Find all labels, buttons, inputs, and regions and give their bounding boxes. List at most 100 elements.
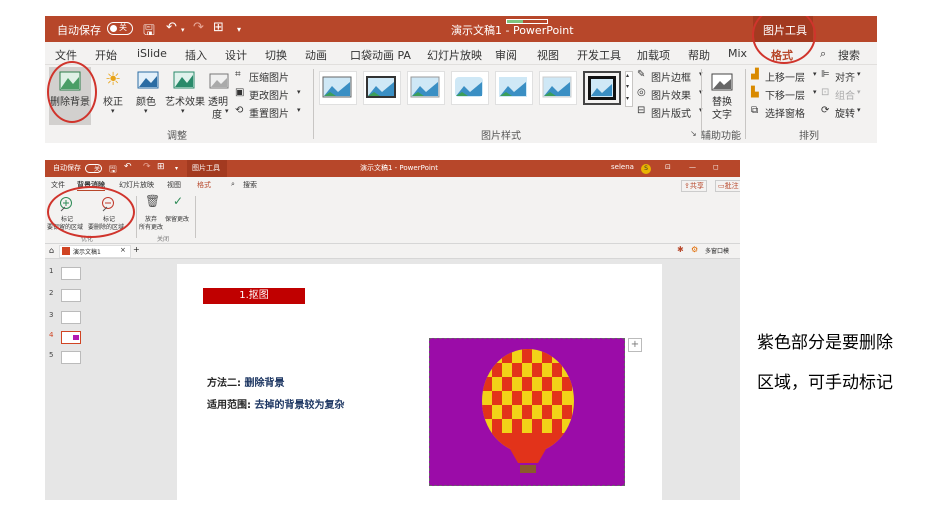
ppt-icon bbox=[62, 247, 70, 255]
reset-picture-button[interactable]: ⟲ 重置图片 ▾ bbox=[235, 105, 315, 121]
selection-pane-button[interactable]: ⧉ 选择窗格 bbox=[751, 105, 821, 121]
rotate-button[interactable]: ⟳ 旋转 ▾ bbox=[821, 105, 875, 121]
redo-icon[interactable]: ↷ bbox=[143, 162, 151, 172]
picture-style-thumb bbox=[588, 76, 616, 100]
artistic-effects-label: 艺术效果 bbox=[165, 97, 205, 108]
slide-thumbnail[interactable] bbox=[61, 267, 81, 280]
new-tab-icon[interactable]: + bbox=[133, 245, 140, 254]
autosave-label: 自动保存 bbox=[57, 24, 101, 37]
slide-title-box[interactable]: 1.抠图 bbox=[203, 288, 305, 304]
search-icon[interactable]: ⌕ bbox=[820, 47, 826, 61]
alt-text-button[interactable]: 替换 文字 bbox=[705, 67, 739, 125]
balloon-picture[interactable] bbox=[429, 338, 625, 486]
bring-forward-icon: ▟ bbox=[751, 69, 759, 80]
tab-islide[interactable]: iSlide bbox=[137, 47, 167, 60]
gallery-more-icon: ▾ bbox=[626, 95, 630, 102]
close-icon[interactable]: × bbox=[120, 246, 126, 254]
send-backward-button[interactable]: ▙ 下移一层 ▾ bbox=[751, 87, 821, 103]
undo-icon[interactable]: ↶ bbox=[166, 20, 177, 35]
autosave-toggle[interactable]: 关 bbox=[107, 22, 133, 35]
discard-label-2: 所有更改 bbox=[139, 224, 164, 231]
home-icon[interactable]: ⌂ bbox=[49, 246, 54, 255]
present-icon[interactable]: ⊞ bbox=[157, 162, 165, 172]
dialog-launcher-icon[interactable]: ↘ bbox=[690, 129, 697, 138]
tab-home[interactable]: 开始 bbox=[95, 47, 117, 63]
picture-effects-label: 图片效果 bbox=[651, 91, 691, 102]
gallery-scroll[interactable]: ▴ ▾ ▾ bbox=[625, 71, 633, 107]
undo-icon[interactable]: ↶ bbox=[124, 162, 132, 172]
picture-style-2[interactable] bbox=[363, 71, 401, 105]
multi-window-label[interactable]: 多窗口模 bbox=[705, 246, 729, 255]
share-button[interactable]: ⇪共享 bbox=[681, 180, 707, 192]
tab-file[interactable]: 文件 bbox=[51, 180, 65, 190]
tab-animations[interactable]: 动画 bbox=[305, 47, 327, 63]
tab-addins[interactable]: 加载项 bbox=[637, 47, 670, 63]
tab-slideshow[interactable]: 幻灯片放映 bbox=[119, 180, 154, 190]
bring-forward-button[interactable]: ▟ 上移一层 ▾ bbox=[751, 69, 821, 85]
chevron-down-icon: ▾ bbox=[297, 106, 301, 114]
tab-review[interactable]: 审阅 bbox=[495, 47, 517, 63]
slide-thumbnail-selected[interactable] bbox=[61, 331, 81, 344]
document-tab[interactable]: 演示文稿1 × bbox=[59, 245, 131, 258]
tab-format[interactable]: 格式 bbox=[197, 180, 211, 190]
undo-dropdown-icon[interactable]: ▾ bbox=[181, 26, 185, 34]
transparency-button[interactable]: 透明 度 ▾ bbox=[205, 67, 233, 125]
search-label[interactable]: 搜索 bbox=[838, 47, 860, 63]
sun-icon: ☀ bbox=[105, 69, 122, 90]
tab-design[interactable]: 设计 bbox=[225, 47, 247, 63]
gear-icon[interactable]: ⚙ bbox=[691, 245, 698, 254]
picture-style-1[interactable] bbox=[319, 71, 357, 105]
color-button[interactable]: 颜色 ▾ bbox=[133, 67, 163, 125]
save-icon[interactable]: 🖫 bbox=[109, 162, 117, 178]
keep-changes-button[interactable]: ✓ 保留更改 bbox=[165, 194, 193, 234]
search-icon[interactable]: ⌕ bbox=[231, 180, 235, 189]
align-button[interactable]: ⊫ 对齐 ▾ bbox=[821, 69, 875, 85]
ribbon-tabs: 文件 开始 iSlide 插入 设计 切换 动画 口袋动画 PA 幻灯片放映 审… bbox=[45, 42, 877, 66]
slide-thumbnail[interactable] bbox=[61, 289, 81, 302]
change-picture-button[interactable]: ▣ 更改图片 ▾ bbox=[235, 87, 315, 103]
minimize-icon[interactable]: — bbox=[689, 163, 696, 171]
discard-all-changes-button[interactable]: 🗑 放弃 所有更改 bbox=[139, 194, 163, 234]
tab-view[interactable]: 视图 bbox=[167, 180, 181, 190]
redo-icon[interactable]: ↷ bbox=[193, 20, 204, 35]
picture-style-7[interactable] bbox=[583, 71, 621, 105]
group-button[interactable]: ⊡ 组合 ▾ bbox=[821, 87, 875, 103]
chevron-down-icon: ▾ bbox=[225, 107, 229, 115]
search-label[interactable]: 搜索 bbox=[243, 180, 257, 190]
comments-button[interactable]: ▭批注 bbox=[715, 180, 740, 192]
artistic-effects-button[interactable]: 艺术效果 ▾ bbox=[165, 67, 205, 125]
layout-options-icon[interactable]: + bbox=[628, 338, 642, 352]
change-picture-label: 更改图片 bbox=[249, 91, 289, 102]
maximize-icon[interactable]: ◻ bbox=[713, 163, 719, 171]
scope-line[interactable]: 适用范围: 去掉的背景较为复杂 bbox=[207, 396, 344, 411]
tab-view[interactable]: 视图 bbox=[537, 47, 559, 63]
tab-developer[interactable]: 开发工具 bbox=[577, 47, 621, 63]
present-icon[interactable]: ⊞ bbox=[213, 20, 224, 35]
slide-thumbnail[interactable] bbox=[61, 351, 81, 364]
picture-tools-header: 图片工具 bbox=[187, 160, 227, 177]
customize-qat-icon[interactable]: ▾ bbox=[237, 25, 241, 34]
tab-pocket-animation[interactable]: 口袋动画 PA bbox=[350, 47, 411, 63]
tab-slideshow[interactable]: 幻灯片放映 bbox=[427, 47, 482, 63]
picture-style-5[interactable] bbox=[495, 71, 533, 105]
autosave-toggle[interactable]: 关 bbox=[85, 164, 102, 173]
group-label-arrange: 排列 bbox=[799, 131, 819, 142]
tab-help[interactable]: 帮助 bbox=[688, 47, 710, 63]
settings-icon[interactable]: ✱ bbox=[677, 245, 684, 254]
picture-style-3[interactable] bbox=[407, 71, 445, 105]
corrections-button[interactable]: ☀ 校正 ▾ bbox=[99, 67, 129, 125]
selection-pane-icon: ⧉ bbox=[751, 105, 759, 116]
save-icon[interactable]: 🖫 bbox=[143, 20, 155, 44]
tab-insert[interactable]: 插入 bbox=[185, 47, 207, 63]
tab-transitions[interactable]: 切换 bbox=[265, 47, 287, 63]
ribbon-display-icon[interactable]: ⊡ bbox=[665, 163, 671, 171]
tab-mix[interactable]: Mix bbox=[728, 47, 747, 60]
compress-pictures-button[interactable]: ⌗ 压缩图片 bbox=[235, 69, 315, 85]
method-line[interactable]: 方法二: 删除背景 bbox=[207, 374, 284, 389]
scope-value: 去掉的背景较为复杂 bbox=[254, 400, 345, 411]
customize-qat-icon[interactable]: ▾ bbox=[175, 165, 178, 172]
slide-thumbnail[interactable] bbox=[61, 311, 81, 324]
avatar[interactable]: S bbox=[641, 164, 651, 174]
picture-style-4[interactable] bbox=[451, 71, 489, 105]
picture-style-6[interactable] bbox=[539, 71, 577, 105]
